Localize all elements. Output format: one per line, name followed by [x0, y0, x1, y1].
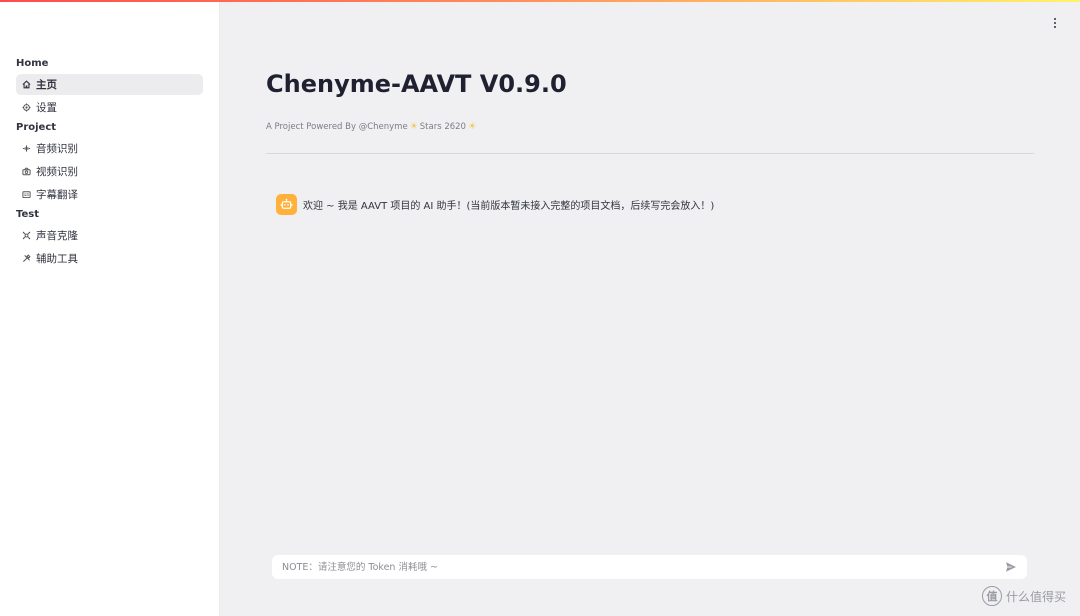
sidebar-item-label: 声音克隆: [36, 230, 78, 242]
send-icon: [1006, 562, 1016, 572]
sidebar-item-tools[interactable]: 辅助工具: [16, 248, 203, 269]
sidebar-item-audio-recognition[interactable]: 音频识别: [16, 138, 203, 159]
title-divider: [266, 153, 1034, 154]
sun-icon: ☀: [467, 122, 477, 132]
sidebar-item-video-recognition[interactable]: 视频识别: [16, 161, 203, 182]
sidebar-item-label: 主页: [36, 79, 57, 91]
page-title: Chenyme-AAVT V0.9.0: [266, 70, 567, 98]
send-button[interactable]: [1003, 559, 1019, 575]
video-camera-icon: [21, 167, 31, 177]
sidebar-item-label: 字幕翻译: [36, 189, 78, 201]
robot-icon: [276, 194, 297, 215]
kebab-dot-icon: [1053, 17, 1057, 21]
sidebar: Home 主页 设置 Project 音频识别 视频识别 字幕翻译 Test 声…: [0, 0, 220, 616]
sidebar-item-voice-clone[interactable]: 声音克隆: [16, 225, 203, 246]
voice-clone-icon: [21, 231, 31, 241]
sidebar-item-label: 音频识别: [36, 143, 78, 155]
chat-message-text: 欢迎 ~ 我是 AAVT 项目的 AI 助手！(当前版本暂未接入完整的项目文档，…: [303, 201, 715, 212]
main-content: Chenyme-AAVT V0.9.0 A Project Powered By…: [221, 0, 1080, 616]
sidebar-item-label: 设置: [36, 102, 57, 114]
top-accent-bar: [0, 0, 1080, 2]
nav-section-project: Project: [16, 122, 57, 133]
gear-icon: [21, 103, 31, 113]
chat-input[interactable]: [280, 560, 1003, 574]
kebab-dot-icon: [1053, 25, 1057, 29]
nav-section-test: Test: [16, 209, 40, 220]
sidebar-item-label: 视频识别: [36, 166, 78, 178]
chat-message: 欢迎 ~ 我是 AAVT 项目的 AI 助手！(当前版本暂未接入完整的项目文档，…: [276, 194, 714, 215]
watermark-logo-icon: 值: [981, 586, 1002, 606]
sidebar-item-home[interactable]: 主页: [16, 74, 203, 95]
audio-wave-icon: [21, 144, 31, 154]
sun-icon: ☀: [409, 122, 418, 132]
subtitle-author: A Project Powered By @Chenyme: [266, 122, 408, 132]
subtitle-stars: Stars 2620: [419, 122, 466, 132]
sidebar-item-label: 辅助工具: [36, 253, 78, 265]
tools-icon: [21, 254, 31, 264]
subtitle-icon: [21, 190, 31, 200]
watermark: 值 什么值得买: [981, 586, 1066, 606]
main-menu-button[interactable]: [1050, 14, 1060, 32]
kebab-dot-icon: [1053, 21, 1057, 25]
sidebar-item-settings[interactable]: 设置: [16, 97, 203, 118]
sidebar-item-subtitle-translation[interactable]: 字幕翻译: [16, 184, 203, 205]
nav-section-home: Home: [16, 58, 49, 69]
watermark-text: 什么值得买: [1005, 589, 1066, 604]
chat-input-container: [272, 555, 1027, 579]
home-icon: [21, 80, 31, 90]
page-subtitle: A Project Powered By @Chenyme ☀ Stars 26…: [266, 122, 478, 132]
